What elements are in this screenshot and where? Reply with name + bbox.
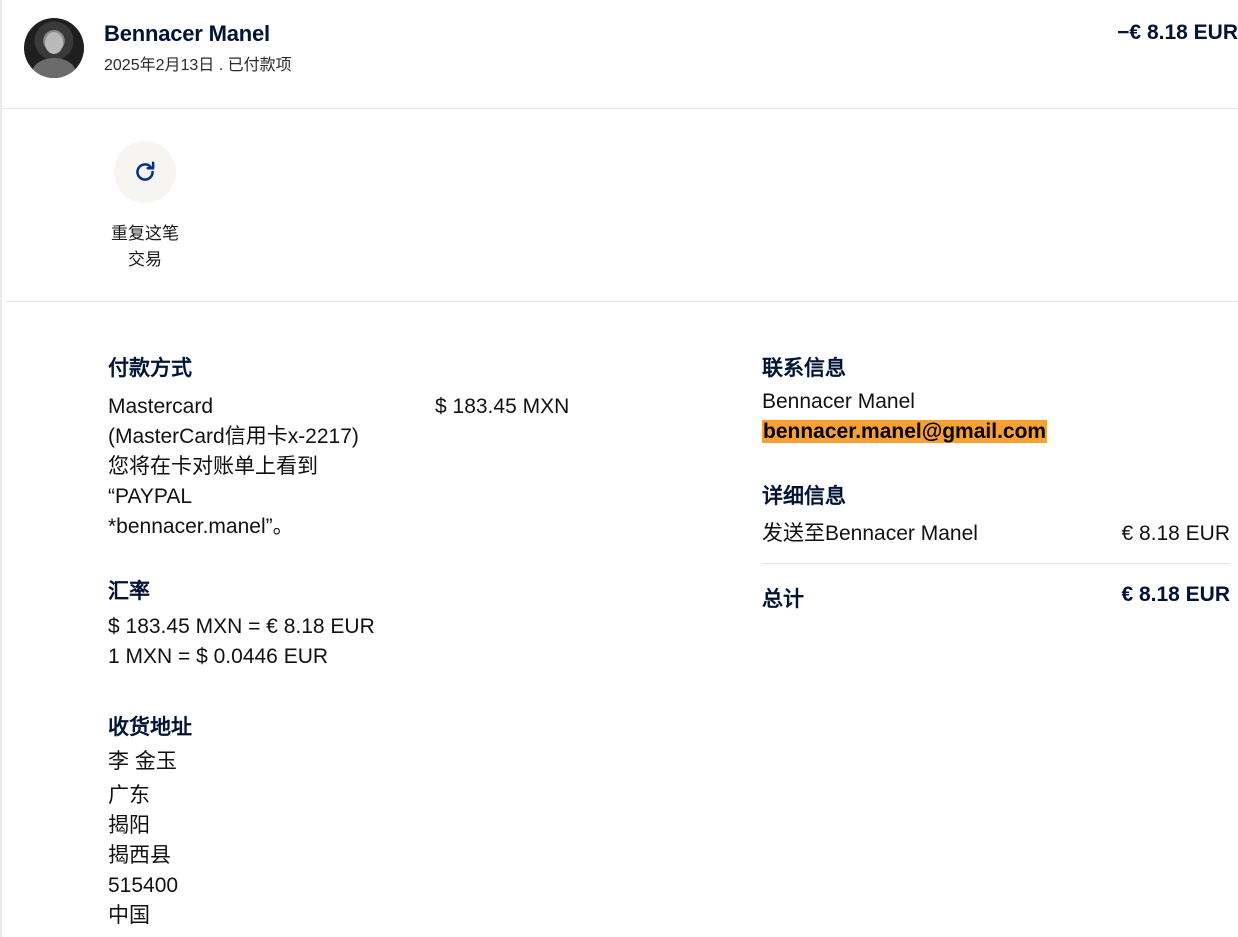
total-label: 总计 (762, 588, 804, 611)
contact-info-details: Bennacer Manel bennacer.manel@gmail.com (762, 387, 1048, 447)
repeat-transaction-label[interactable]: 重复这笔 交易 (101, 221, 189, 273)
avatar-face (45, 32, 63, 54)
payment-line: “PAYPAL (108, 485, 193, 508)
refresh-icon (136, 161, 155, 181)
address-line: 广东 (108, 784, 150, 807)
address-line: 揭西县 (108, 844, 171, 867)
payment-method-details: Mastercard (MasterCard信用卡x-2217) 您将在卡对账单… (108, 392, 359, 542)
exchange-rate-title: 汇率 (108, 580, 150, 603)
payment-line: Mastercard (108, 395, 214, 418)
avatar-shoulders (32, 58, 76, 78)
contact-name: Bennacer Manel (762, 390, 915, 413)
transaction-details-page: Bennacer Manel 2025年2月13日 . 已付款项 −€ 8.18… (0, 0, 1238, 937)
shipping-address-lines: 广东 揭阳 揭西县 515400 中国 (108, 781, 178, 931)
payment-line: (MasterCard信用卡x-2217) (108, 425, 359, 448)
payment-line: 您将在卡对账单上看到 (108, 455, 318, 478)
exchange-rate-details: $ 183.45 MXN = € 8.18 EUR 1 MXN = $ 0.04… (108, 612, 375, 672)
merchant-name: Bennacer Manel (104, 21, 270, 46)
address-line: 揭阳 (108, 814, 150, 837)
contact-info-title: 联系信息 (762, 357, 846, 380)
address-line: 515400 (108, 874, 179, 897)
details-divider (762, 563, 1230, 564)
details-row-value: € 8.18 EUR (1121, 522, 1230, 545)
address-line: 中国 (108, 904, 150, 927)
shipping-address-title: 收货地址 (108, 716, 192, 739)
avatar (24, 18, 84, 78)
payment-line: *bennacer.manel”。 (108, 515, 294, 538)
transaction-date-status: 2025年2月13日 . 已付款项 (104, 57, 292, 74)
total-value: € 8.18 EUR (1121, 583, 1230, 606)
payment-method-title: 付款方式 (108, 357, 192, 380)
actions-section: 重复这笔 交易 (6, 109, 1238, 302)
payment-amount: $ 183.45 MXN (435, 395, 570, 418)
exchange-line: $ 183.45 MXN = € 8.18 EUR (108, 615, 375, 638)
transaction-amount: −€ 8.18 EUR (1117, 21, 1238, 44)
exchange-line: 1 MXN = $ 0.0446 EUR (108, 645, 329, 668)
details-row-label: 发送至Bennacer Manel (762, 522, 978, 545)
repeat-label-line1: 重复这笔 (111, 224, 179, 243)
contact-email[interactable]: bennacer.manel@gmail.com (762, 420, 1048, 443)
transaction-header: Bennacer Manel 2025年2月13日 . 已付款项 −€ 8.18… (2, 0, 1238, 109)
shipping-address-recipient: 李 金玉 (108, 750, 177, 773)
repeat-label-line2: 交易 (128, 250, 162, 269)
details-title: 详细信息 (762, 485, 846, 508)
repeat-transaction-button[interactable] (114, 141, 176, 203)
